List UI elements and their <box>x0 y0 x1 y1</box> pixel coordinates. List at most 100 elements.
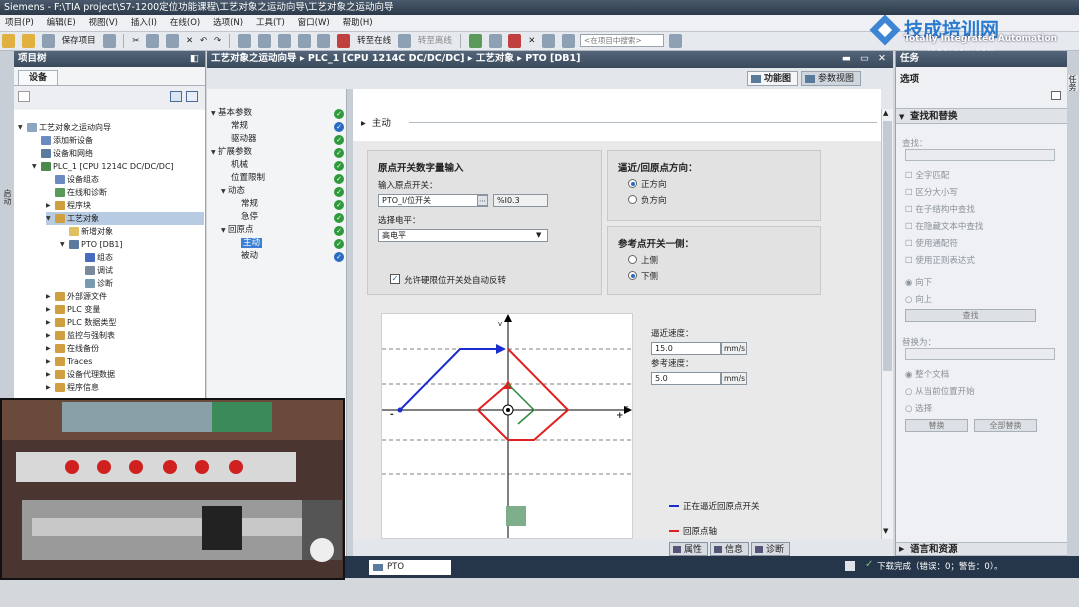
ref-side-lower-radio[interactable] <box>628 271 637 280</box>
go-online-button[interactable]: 转至在线 <box>357 34 391 48</box>
direction-positive-radio[interactable] <box>628 179 637 188</box>
nav-drive[interactable]: 驱动器 ✓ <box>207 133 347 146</box>
undo-icon[interactable]: ↶ <box>200 34 207 48</box>
replace-all-button[interactable]: 全部替换 <box>974 419 1037 432</box>
replace-button[interactable]: 替换 <box>905 419 968 432</box>
tree-item-project[interactable]: ▼ 工艺对象之运动向导 <box>18 121 111 134</box>
tree-item-add-device[interactable]: 添加新设备 <box>32 134 93 147</box>
tree-item-pto[interactable]: ▼ PTO [DB1] <box>60 238 123 251</box>
scroll-thumb[interactable] <box>883 121 892 371</box>
window-controls-icon[interactable]: ▬ ▭ ✕ <box>842 51 889 67</box>
breadcrumb-pto[interactable]: PTO [DB1] <box>525 53 580 64</box>
check-whole-word[interactable]: ☐ 全字匹配 <box>905 169 949 181</box>
close-icon[interactable]: ✕ <box>528 34 535 48</box>
menu-view[interactable]: 视图(V) <box>84 15 123 32</box>
radio-from-current[interactable]: ○ 从当前位置开始 <box>905 385 975 397</box>
tree-item-plc-datatypes[interactable]: ▶ PLC 数据类型 <box>46 316 116 329</box>
tag-browse-icon[interactable]: ⋯ <box>477 195 488 206</box>
save-icon[interactable] <box>41 34 55 48</box>
tab-parameter-view[interactable]: 参数视图 <box>801 71 862 86</box>
copy-icon[interactable] <box>146 34 160 48</box>
project-search-input[interactable]: <在项目中搜索> <box>580 34 665 47</box>
save-project-button[interactable]: 保存项目 <box>62 34 96 48</box>
new-project-icon[interactable] <box>2 34 15 48</box>
menu-online[interactable]: 在线(O) <box>165 15 205 32</box>
tree-item-diagnostics[interactable]: 诊断 <box>76 277 113 290</box>
check-regex[interactable]: ☐ 使用正则表达式 <box>905 254 975 266</box>
tree-item-commissioning[interactable]: 调试 <box>76 264 113 277</box>
nav-dynamics-general[interactable]: 常规 ✓ <box>207 198 347 211</box>
tab-devices[interactable]: 设备 <box>18 70 59 85</box>
menu-project[interactable]: 项目(P) <box>0 15 39 32</box>
nav-general[interactable]: 常规 ✓ <box>207 120 347 133</box>
level-select[interactable]: 高电平 <box>378 229 548 242</box>
tree-item-plc[interactable]: ▼ PLC_1 [CPU 1214C DC/DC/DC] <box>32 160 174 173</box>
tree-item-config[interactable]: 组态 <box>76 251 113 264</box>
tree-item-tech-objects[interactable]: ▼ 工艺对象 <box>46 212 204 225</box>
tree-item-online-diag[interactable]: 在线和诊断 <box>46 186 107 199</box>
search-icon[interactable] <box>668 34 682 48</box>
tree-item-plc-tags[interactable]: ▶ PLC 变量 <box>46 303 100 316</box>
radio-whole-document[interactable]: ◉ 整个文档 <box>905 368 949 380</box>
nav-extended-params[interactable]: ▼ 扩展参数 ✓ <box>207 146 347 159</box>
tab-properties[interactable]: 属性 <box>669 542 709 556</box>
tab-info[interactable]: 信息 <box>710 542 750 556</box>
check-substructures[interactable]: ☐ 在子结构中查找 <box>905 203 975 215</box>
open-project-icon[interactable] <box>21 34 35 48</box>
tree-item-device-config[interactable]: 设备组态 <box>46 173 99 186</box>
scroll-down-icon[interactable]: ▼ <box>883 527 888 535</box>
sync-icon[interactable] <box>186 91 198 102</box>
tree-item-program-info[interactable]: ▶ 程序信息 <box>46 381 99 394</box>
cross-reference-icon[interactable] <box>468 34 482 48</box>
print-icon[interactable] <box>102 34 116 48</box>
scroll-up-icon[interactable]: ▲ <box>883 109 888 117</box>
nav-mechanics[interactable]: 机械 ✓ <box>207 159 347 172</box>
replace-input[interactable] <box>905 348 1055 360</box>
paste-icon[interactable] <box>166 34 180 48</box>
stop-cpu-icon[interactable] <box>508 34 522 48</box>
split-vertical-icon[interactable] <box>562 34 576 48</box>
find-replace-section[interactable]: ▼ 查找和替换 <box>896 108 1068 124</box>
ref-side-upper-radio[interactable] <box>628 255 637 264</box>
compile-icon[interactable] <box>237 34 251 48</box>
menu-window[interactable]: 窗口(W) <box>293 15 335 32</box>
nav-position-limits[interactable]: 位置限制 ✓ <box>207 172 347 185</box>
portal-view-icon[interactable] <box>845 561 855 571</box>
delete-icon[interactable]: ✕ <box>186 34 193 48</box>
find-button[interactable]: 查找 <box>905 309 1036 322</box>
menu-edit[interactable]: 编辑(E) <box>42 15 81 32</box>
side-tab-tasks[interactable]: 任务 <box>1068 75 1078 91</box>
nav-passive-homing[interactable]: 被动 ✓ <box>207 250 347 263</box>
content-scrollbar[interactable]: ▲ ▼ <box>881 109 893 539</box>
tree-item-devices-networks[interactable]: 设备和网络 <box>32 147 93 160</box>
chevron-down-icon[interactable]: ▼ <box>536 231 541 239</box>
ref-speed-input[interactable]: 5.0 <box>651 372 721 385</box>
tree-item-traces[interactable]: ▶ Traces <box>46 355 92 368</box>
radio-selection[interactable]: ○ 选择 <box>905 402 932 414</box>
breadcrumb-tech-objects[interactable]: 工艺对象 <box>476 53 514 64</box>
tree-item-program-blocks[interactable]: ▶ 程序块 <box>46 199 91 212</box>
direction-negative-radio[interactable] <box>628 195 637 204</box>
go-online-icon[interactable] <box>337 34 351 48</box>
check-hidden-text[interactable]: ☐ 在隐藏文本中查找 <box>905 220 983 232</box>
redo-icon[interactable]: ↷ <box>214 34 221 48</box>
go-offline-icon[interactable] <box>398 34 412 48</box>
simulation-icon[interactable] <box>297 34 311 48</box>
nav-homing[interactable]: ▼ 回原点 ✓ <box>207 224 347 237</box>
overview-icon[interactable] <box>170 91 182 102</box>
nav-emergency-stop[interactable]: 急停 ✓ <box>207 211 347 224</box>
tree-view-icon[interactable] <box>18 91 30 102</box>
breadcrumb-project[interactable]: 工艺对象之运动向导 <box>211 53 297 64</box>
menu-help[interactable]: 帮助(H) <box>338 15 378 32</box>
panel-collapse-icon[interactable]: ◧ <box>190 51 199 67</box>
auto-reverse-checkbox[interactable]: ✓ <box>390 274 400 284</box>
go-offline-button[interactable]: 转至离线 <box>418 34 452 48</box>
upload-icon[interactable] <box>277 34 291 48</box>
homing-switch-input[interactable]: PTO_I/位开关 <box>378 194 488 207</box>
menu-options[interactable]: 选项(N) <box>208 15 248 32</box>
tree-item-external-sources[interactable]: ▶ 外部源文件 <box>46 290 107 303</box>
nav-basic-params[interactable]: ▼ 基本参数 ✓ <box>207 107 347 120</box>
approach-speed-input[interactable]: 15.0 <box>651 342 721 355</box>
tab-diagnostics[interactable]: 诊断 <box>751 542 791 556</box>
side-tab-start[interactable]: 启动 <box>1 189 13 205</box>
